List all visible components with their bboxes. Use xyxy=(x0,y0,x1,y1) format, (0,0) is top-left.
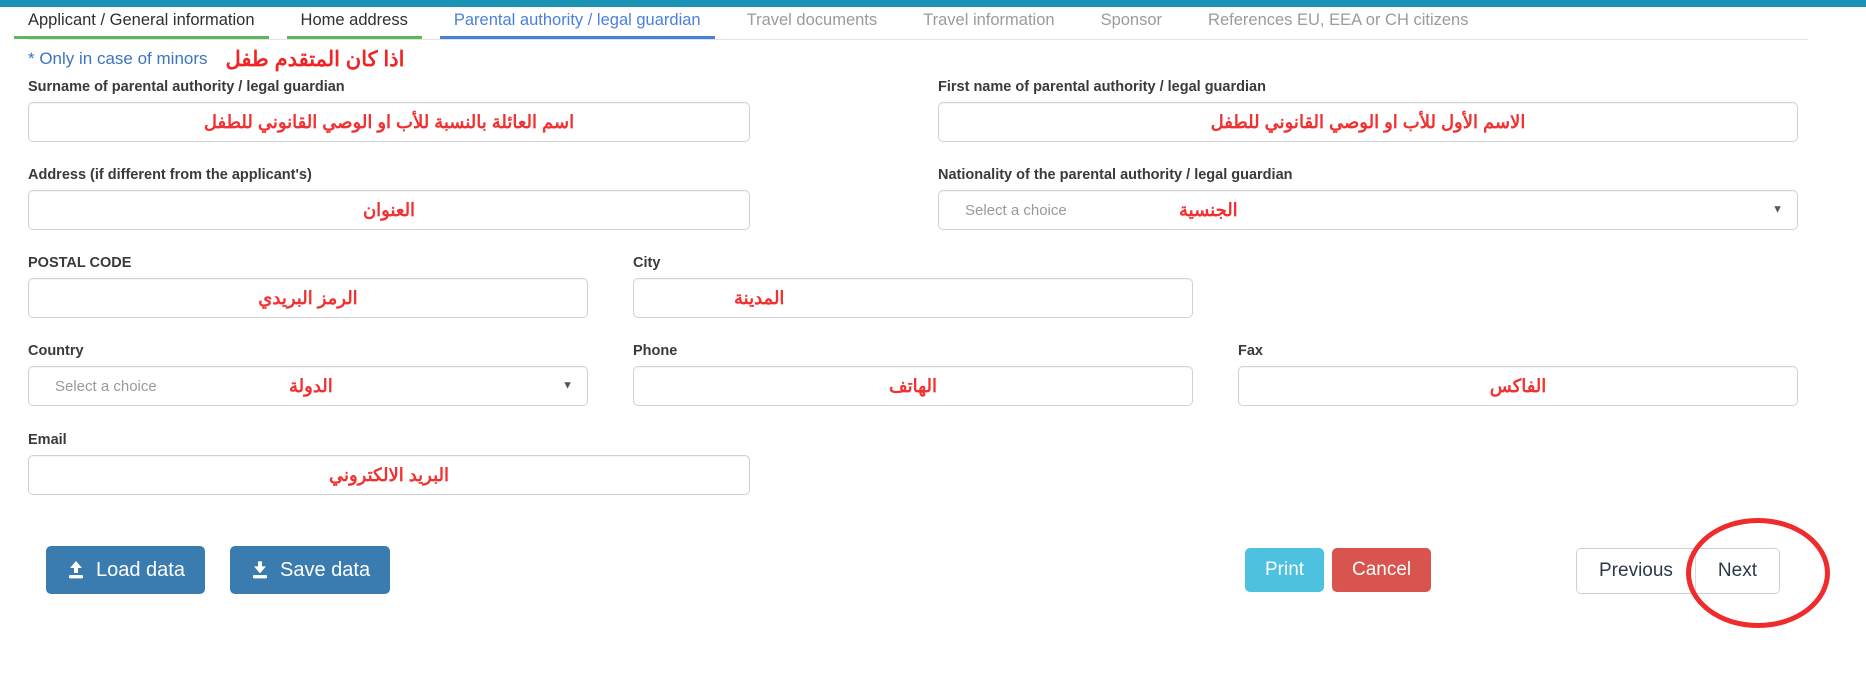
save-data-label: Save data xyxy=(280,558,371,581)
field-first-name-label: First name of parental authority / legal… xyxy=(938,79,1266,95)
surname-annotation: اسم العائلة بالنسبة للأب او الوصي القانو… xyxy=(203,111,575,132)
pagination-buttons: Previous Next xyxy=(1576,548,1780,594)
top-accent-bar xyxy=(0,0,1866,7)
field-country: Country Select a choice الدولة ▼ xyxy=(28,342,588,406)
next-button[interactable]: Next xyxy=(1694,549,1779,593)
form-step-tabs: Applicant / General information Home add… xyxy=(0,7,1866,40)
postal-code-input[interactable]: الرمز البريدي xyxy=(28,278,588,318)
tab-home-address[interactable]: Home address xyxy=(286,7,422,39)
field-surname-label: Surname of parental authority / legal gu… xyxy=(28,79,345,95)
chevron-down-icon: ▼ xyxy=(1772,203,1783,216)
tab-label: Travel information xyxy=(923,11,1055,29)
cancel-button[interactable]: Cancel xyxy=(1332,548,1432,592)
city-annotation: المدينة xyxy=(734,287,785,308)
nationality-select[interactable]: Select a choice الجنسية ▼ xyxy=(938,190,1798,230)
fax-input[interactable]: الفاكس xyxy=(1238,366,1798,406)
field-nationality-label: Nationality of the parental authority / … xyxy=(938,167,1293,183)
tab-sponsor[interactable]: Sponsor xyxy=(1101,7,1162,39)
tab-label: Parental authority / legal guardian xyxy=(453,11,701,29)
load-data-button[interactable]: Load data xyxy=(46,546,205,594)
tab-label: References EU, EEA or CH citizens xyxy=(1208,11,1469,29)
postal-code-annotation: الرمز البريدي xyxy=(258,287,358,308)
tab-label: Sponsor xyxy=(1100,11,1163,29)
address-annotation: العنوان xyxy=(362,199,416,220)
field-city-label: City xyxy=(633,255,661,271)
tab-references-eu-eea-ch-citizens[interactable]: References EU, EEA or CH citizens xyxy=(1208,7,1468,39)
country-select[interactable]: Select a choice الدولة ▼ xyxy=(28,366,588,406)
field-email-label: Email xyxy=(28,432,67,448)
tab-applicant-general-information[interactable]: Applicant / General information xyxy=(14,7,269,39)
email-annotation: البريد الالكتروني xyxy=(328,464,450,485)
field-phone-label: Phone xyxy=(633,343,678,359)
field-address-label: Address (if different from the applicant… xyxy=(28,167,312,183)
previous-button[interactable]: Previous xyxy=(1577,549,1695,593)
first-name-annotation: الاسم الأول للأب او الوصي القانوني للطفل xyxy=(1210,111,1526,132)
tab-label: Travel documents xyxy=(746,11,878,29)
load-data-label: Load data xyxy=(96,558,185,581)
country-annotation: الدولة xyxy=(289,375,333,396)
tab-parental-authority-legal-guardian[interactable]: Parental authority / legal guardian xyxy=(439,7,715,39)
download-icon xyxy=(253,561,267,579)
save-data-button[interactable]: Save data xyxy=(230,546,391,594)
minors-notice: * Only in case of minors اذا كان المتقدم… xyxy=(28,45,404,73)
phone-annotation: الهاتف xyxy=(889,375,937,396)
field-city: City المدينة xyxy=(633,254,1193,318)
visa-application-form: Applicant / General information Home add… xyxy=(0,0,1866,688)
country-placeholder: Select a choice xyxy=(55,377,157,395)
chevron-down-icon: ▼ xyxy=(562,379,573,392)
surname-input[interactable]: اسم العائلة بالنسبة للأب او الوصي القانو… xyxy=(28,102,750,142)
tab-travel-information[interactable]: Travel information xyxy=(923,7,1054,39)
email-input[interactable]: البريد الالكتروني xyxy=(28,455,750,495)
previous-label: Previous xyxy=(1599,560,1673,581)
tab-travel-documents[interactable]: Travel documents xyxy=(747,7,878,39)
phone-input[interactable]: الهاتف xyxy=(633,366,1193,406)
print-button[interactable]: Print xyxy=(1245,548,1325,592)
field-country-label: Country xyxy=(28,343,84,359)
field-postal-code-label: POSTAL CODE xyxy=(28,255,132,271)
minors-notice-text: * Only in case of minors xyxy=(28,49,208,68)
field-postal-code: POSTAL CODE الرمز البريدي xyxy=(28,254,588,318)
field-nationality: Nationality of the parental authority / … xyxy=(938,166,1798,230)
fax-annotation: الفاكس xyxy=(1489,375,1547,396)
field-first-name: First name of parental authority / legal… xyxy=(938,78,1798,142)
next-label: Next xyxy=(1717,560,1757,581)
field-fax-label: Fax xyxy=(1238,343,1263,359)
upload-icon xyxy=(69,561,83,579)
nationality-placeholder: Select a choice xyxy=(965,201,1067,219)
nationality-annotation: الجنسية xyxy=(1179,199,1238,220)
field-address: Address (if different from the applicant… xyxy=(28,166,750,230)
city-input[interactable]: المدينة xyxy=(633,278,1193,318)
print-label: Print xyxy=(1265,559,1305,580)
cancel-label: Cancel xyxy=(1352,559,1412,580)
tab-label: Home address xyxy=(300,11,408,29)
field-fax: Fax الفاكس xyxy=(1238,342,1798,406)
field-phone: Phone الهاتف xyxy=(633,342,1193,406)
tabs-baseline xyxy=(28,39,1808,40)
tab-label: Applicant / General information xyxy=(28,11,255,29)
field-email: Email البريد الالكتروني xyxy=(28,431,750,495)
first-name-input[interactable]: الاسم الأول للأب او الوصي القانوني للطفل xyxy=(938,102,1798,142)
minors-notice-annotation: اذا كان المتقدم طفل xyxy=(225,47,405,71)
address-input[interactable]: العنوان xyxy=(28,190,750,230)
field-surname: Surname of parental authority / legal gu… xyxy=(28,78,750,142)
